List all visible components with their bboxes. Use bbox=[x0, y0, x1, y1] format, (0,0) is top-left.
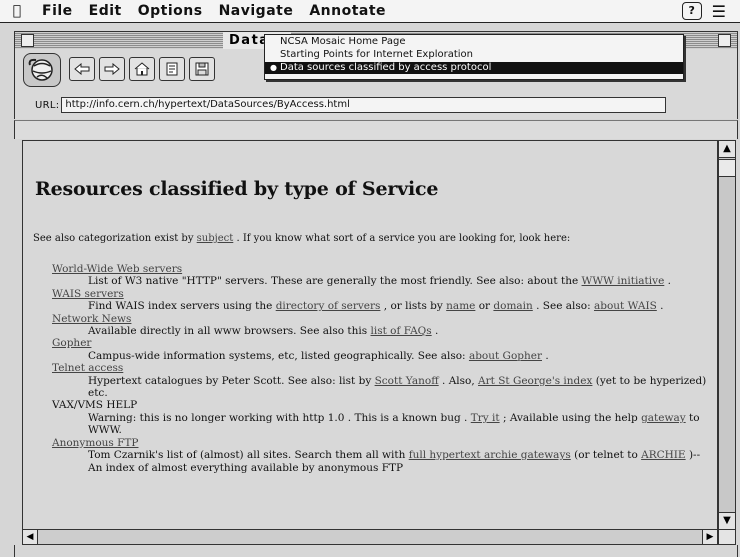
service-title[interactable]: Telnet access bbox=[52, 362, 712, 374]
service-title[interactable]: Gopher bbox=[52, 337, 712, 349]
reload-button[interactable] bbox=[159, 57, 185, 81]
status-strip bbox=[14, 120, 738, 139]
url-row: URL: http://info.cern.ch/hypertext/DataS… bbox=[35, 97, 667, 113]
service-list: World-Wide Web servers List of W3 native … bbox=[52, 263, 712, 474]
service-description: List of W3 native "HTTP" servers. These … bbox=[52, 275, 712, 287]
description-link[interactable]: Art St George's index bbox=[478, 375, 592, 387]
save-button[interactable] bbox=[189, 57, 215, 81]
description-link[interactable]: full hypertext archie gateways bbox=[409, 449, 571, 461]
subject-link[interactable]: subject bbox=[197, 233, 234, 244]
history-menu: NCSA Mosaic Home Page Starting Points fo… bbox=[264, 34, 684, 80]
scroll-right-arrow-icon[interactable]: ▶ bbox=[702, 530, 717, 544]
menu-file[interactable]: File bbox=[34, 3, 81, 19]
menu-annotate[interactable]: Annotate bbox=[301, 3, 394, 19]
service-description: Available directly in all www browsers. … bbox=[52, 325, 712, 337]
description-text: . bbox=[431, 325, 439, 338]
description-text: List of W3 native "HTTP" servers. These … bbox=[88, 275, 582, 288]
history-item-label: Starting Points for Internet Exploration bbox=[280, 49, 473, 60]
forward-arrow-icon bbox=[104, 63, 120, 75]
document-view: Resources classified by type of Service … bbox=[22, 140, 718, 530]
scroll-thumb[interactable] bbox=[719, 159, 735, 177]
check-mark-icon: ● bbox=[270, 63, 277, 72]
home-button[interactable] bbox=[129, 57, 155, 81]
forward-button[interactable] bbox=[99, 57, 125, 81]
save-disk-icon bbox=[195, 62, 209, 76]
service-title[interactable]: World-Wide Web servers bbox=[52, 263, 712, 275]
url-field[interactable]: http://info.cern.ch/hypertext/DataSource… bbox=[61, 97, 667, 113]
zoom-box[interactable] bbox=[718, 34, 731, 47]
history-item-starting-points[interactable]: Starting Points for Internet Exploration bbox=[265, 49, 683, 61]
mosaic-app-icon[interactable]: ☰ bbox=[712, 2, 726, 21]
description-text: Warning: this is no longer working with … bbox=[88, 411, 471, 424]
description-text: Find WAIS index servers using the bbox=[88, 300, 276, 313]
url-label: URL: bbox=[35, 99, 60, 111]
service-description: Campus-wide information systems, etc, li… bbox=[52, 350, 712, 362]
description-text: . Also, bbox=[438, 374, 479, 387]
description-text: (or telnet to bbox=[570, 449, 642, 462]
intro-text-post: . If you know what sort of a service you… bbox=[233, 233, 571, 244]
description-link[interactable]: ARCHIE bbox=[641, 449, 686, 461]
description-text: ; Available using the help bbox=[499, 411, 642, 424]
description-link[interactable]: about Gopher bbox=[469, 350, 542, 362]
service-description: Find WAIS index servers using the direct… bbox=[52, 300, 712, 312]
description-text: . bbox=[656, 300, 664, 313]
scroll-down-arrow-icon[interactable]: ▼ bbox=[719, 512, 735, 529]
description-text: Campus-wide information systems, etc, li… bbox=[88, 349, 469, 362]
intro-text-pre: See also categorization exist by bbox=[33, 233, 197, 244]
description-text: . bbox=[542, 349, 549, 362]
back-button[interactable] bbox=[69, 57, 95, 81]
menu-options[interactable]: Options bbox=[130, 3, 211, 19]
description-link[interactable]: gateway bbox=[641, 412, 686, 424]
vertical-scrollbar[interactable]: ▲ ▼ bbox=[718, 140, 736, 530]
back-arrow-icon bbox=[74, 63, 90, 75]
home-icon bbox=[134, 62, 150, 76]
horizontal-scrollbar[interactable]: ◀ ▶ bbox=[22, 529, 718, 545]
service-title[interactable]: WAIS servers bbox=[52, 288, 712, 300]
description-text: Hypertext catalogues by Peter Scott. See… bbox=[88, 374, 375, 387]
help-icon[interactable]: ? bbox=[681, 1, 702, 20]
history-item-data-sources[interactable]: ● Data sources classified by access prot… bbox=[265, 62, 683, 74]
scroll-left-arrow-icon[interactable]: ◀ bbox=[23, 530, 38, 544]
description-text: Available directly in all www browsers. … bbox=[88, 325, 371, 338]
description-link[interactable]: Try it bbox=[471, 412, 500, 424]
history-item-label: NCSA Mosaic Home Page bbox=[280, 36, 406, 47]
service-title[interactable]: Network News bbox=[52, 313, 712, 325]
description-text: or bbox=[475, 300, 494, 313]
description-link[interactable]: directory of servers bbox=[276, 300, 381, 312]
description-link[interactable]: domain bbox=[493, 300, 532, 312]
description-link[interactable]: list of FAQs bbox=[371, 325, 432, 337]
menu-navigate[interactable]: Navigate bbox=[211, 3, 302, 19]
description-link[interactable]: WWW initiative bbox=[582, 275, 665, 287]
description-link[interactable]: name bbox=[446, 300, 475, 312]
apple-icon[interactable]:  bbox=[0, 3, 34, 19]
scroll-up-arrow-icon[interactable]: ▲ bbox=[719, 141, 735, 158]
service-title[interactable]: Anonymous FTP bbox=[52, 437, 712, 449]
description-text: , or lists by bbox=[380, 300, 447, 313]
spinning-globe-icon[interactable] bbox=[23, 53, 61, 87]
window-bottom-edge bbox=[14, 545, 738, 557]
page-heading: Resources classified by type of Service bbox=[35, 178, 439, 200]
menu-bar:  File Edit Options Navigate Annotate ? … bbox=[0, 0, 740, 23]
description-link[interactable]: about WAIS bbox=[594, 300, 657, 312]
description-link[interactable]: Scott Yanoff bbox=[375, 375, 439, 387]
history-item-label: Data sources classified by access protoc… bbox=[280, 62, 492, 73]
service-title: VAX/VMS HELP bbox=[52, 399, 138, 412]
description-text: Tom Czarnik's list of (almost) all sites… bbox=[88, 449, 409, 462]
service-description: Tom Czarnik's list of (almost) all sites… bbox=[52, 449, 712, 474]
description-text: . See also: bbox=[532, 300, 594, 313]
reload-icon bbox=[166, 62, 178, 76]
service-description: Hypertext catalogues by Peter Scott. See… bbox=[52, 375, 712, 400]
service-description: Warning: this is no longer working with … bbox=[52, 412, 712, 437]
history-item-mosaic-home[interactable]: NCSA Mosaic Home Page bbox=[265, 36, 683, 48]
menu-right-icons: ? ☰ bbox=[681, 1, 740, 21]
menu-edit[interactable]: Edit bbox=[81, 3, 130, 19]
close-box[interactable] bbox=[21, 34, 34, 47]
intro-paragraph: See also categorization exist by subject… bbox=[33, 233, 570, 244]
description-text: . bbox=[664, 275, 671, 288]
grow-box-icon[interactable] bbox=[718, 529, 736, 545]
